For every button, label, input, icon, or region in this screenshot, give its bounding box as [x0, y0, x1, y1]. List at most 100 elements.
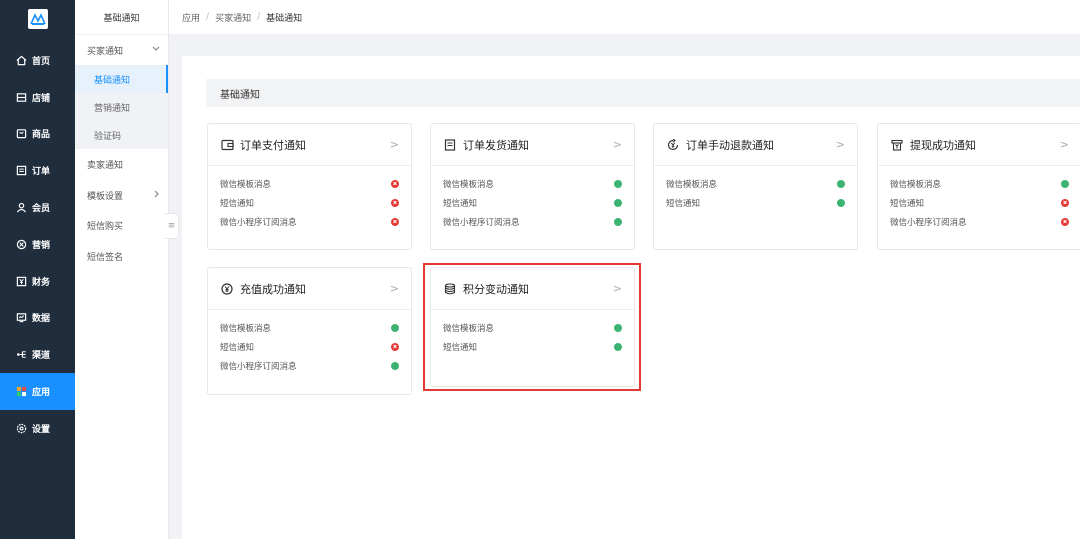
nav-item-member[interactable]: 会员	[0, 189, 75, 226]
notice-channel-label: 微信模板消息	[443, 323, 495, 334]
breadcrumb-separator: /	[257, 12, 261, 22]
nav-item-label: 设置	[32, 424, 51, 435]
sub-group-label: 模板设置	[87, 191, 124, 202]
settings-icon	[15, 422, 27, 434]
wallet-icon	[220, 138, 234, 152]
logo[interactable]	[0, 0, 75, 38]
notice-channel-label: 微信小程序订阅消息	[890, 217, 967, 228]
notice-card-title: 订单支付通知	[240, 138, 306, 152]
notice-channel-row: 短信通知	[220, 337, 399, 356]
status-enabled-icon	[614, 342, 622, 351]
notice-channel-row: 短信通知	[443, 337, 622, 356]
sub-item-marketing-notice[interactable]: 营销通知	[75, 93, 168, 121]
nav-item-label: 渠道	[32, 351, 51, 362]
nav-item-marketing[interactable]: 营销	[0, 226, 75, 263]
notice-card-body: 微信模板消息短信通知	[431, 310, 634, 366]
notice-card: 订单发货通知 > 微信模板消息 短信通知 微信小程序订阅消息	[430, 123, 635, 250]
status-enabled-icon	[837, 198, 845, 207]
notice-card-body: 微信模板消息 短信通知 微信小程序订阅消息	[208, 166, 411, 241]
notice-channel-label: 微信小程序订阅消息	[443, 217, 520, 228]
nav-item-label: 应用	[32, 388, 51, 399]
sub-group-label: 买家通知	[87, 46, 124, 57]
breadcrumb-item-apps[interactable]: 应用	[182, 11, 200, 24]
nav-item-label: 商品	[32, 130, 51, 141]
marketing-icon	[15, 238, 27, 250]
status-enabled-icon	[837, 179, 845, 188]
nav-item-home[interactable]: 首页	[0, 42, 75, 79]
nav-item-settings[interactable]: 设置	[0, 410, 75, 447]
status-enabled-icon	[614, 198, 622, 207]
breadcrumb-item-buyer-notice[interactable]: 买家通知	[215, 11, 251, 24]
menu-icon: ≡	[167, 221, 176, 231]
notice-channel-label: 微信模板消息	[220, 323, 272, 334]
chevron-right-icon[interactable]: >	[613, 138, 622, 151]
sub-item-sms-buy[interactable]: 短信购买	[75, 210, 168, 241]
finance-icon	[15, 275, 27, 287]
breadcrumb: 应用 / 买家通知 / 基础通知	[169, 0, 1080, 35]
notice-channel-row: 微信模板消息	[890, 174, 1069, 193]
status-disabled-icon	[1061, 198, 1069, 207]
notice-card-title: 订单发货通知	[463, 138, 529, 152]
nav-item-data[interactable]: 数据	[0, 300, 75, 337]
notice-channel-label: 微信模板消息	[890, 179, 942, 190]
notice-channel-label: 微信模板消息	[666, 179, 718, 190]
chevron-right-icon[interactable]: >	[390, 138, 399, 151]
collapse-sidebar-button[interactable]: ≡	[165, 213, 179, 239]
logo-icon	[27, 9, 48, 29]
refund-icon	[666, 138, 680, 152]
notice-channel-row: 微信小程序订阅消息	[220, 356, 399, 375]
section-title: 基础通知	[206, 79, 1080, 107]
breadcrumb-item-current: 基础通知	[266, 13, 303, 24]
sub-group-template-settings[interactable]: 模板设置	[75, 180, 168, 210]
chevron-right-icon[interactable]: >	[390, 282, 399, 295]
notice-channel-label: 微信模板消息	[220, 179, 272, 190]
sub-item-seller-notice[interactable]: 卖家通知	[75, 149, 168, 180]
order-icon	[15, 165, 27, 177]
nav-item-label: 首页	[32, 56, 51, 67]
notice-card-title: 订单手动退款通知	[686, 138, 774, 152]
nav-item-label: 店铺	[32, 93, 51, 104]
notice-card: 订单支付通知 > 微信模板消息 短信通知 微信小程序订阅消息	[207, 123, 412, 250]
notice-card: 积分变动通知 > 微信模板消息 短信通知	[430, 267, 635, 387]
nav-item-store[interactable]: 店铺	[0, 79, 75, 116]
nav-item-order[interactable]: 订单	[0, 152, 75, 189]
notice-card-header[interactable]: 订单发货通知 >	[431, 124, 634, 166]
notice-card-header[interactable]: 积分变动通知 >	[431, 268, 634, 310]
chevron-right-icon[interactable]: >	[613, 282, 622, 295]
notice-card-header[interactable]: 充值成功通知 >	[208, 268, 411, 310]
nav-item-channel[interactable]: 渠道	[0, 336, 75, 373]
notice-card-body: 微信模板消息短信通知微信小程序订阅消息	[208, 310, 411, 385]
yuan-circle-icon	[220, 282, 234, 296]
notice-channel-label: 微信小程序订阅消息	[220, 361, 297, 372]
notice-card-header[interactable]: 订单手动退款通知 >	[654, 124, 857, 166]
sub-group-buyer-notice[interactable]: 买家通知	[75, 35, 168, 65]
nav-item-label: 营销	[32, 240, 51, 251]
sub-item-verify-code[interactable]: 验证码	[75, 121, 168, 149]
notice-channel-label: 短信通知	[220, 198, 255, 209]
withdraw-icon	[890, 138, 904, 152]
notice-card: 订单手动退款通知 > 微信模板消息短信通知	[653, 123, 858, 250]
notice-card-header[interactable]: 订单支付通知 >	[208, 124, 411, 166]
nav-item-goods[interactable]: 商品	[0, 116, 75, 153]
sub-item-sms-sign[interactable]: 短信签名	[75, 241, 168, 272]
notice-channel-row: 短信通知	[890, 193, 1069, 212]
store-icon	[15, 91, 27, 103]
chevron-right-icon[interactable]: >	[1060, 138, 1069, 151]
status-disabled-icon	[1061, 217, 1069, 226]
notice-card: 提现成功通知 > 微信模板消息短信通知微信小程序订阅消息	[877, 123, 1080, 250]
chevron-down-icon	[152, 45, 160, 55]
notice-card-header[interactable]: 提现成功通知 >	[878, 124, 1080, 166]
notice-channel-row: 短信通知	[220, 193, 399, 212]
notice-channel-row: 微信小程序订阅消息	[443, 212, 622, 231]
nav-item-label: 订单	[32, 167, 51, 178]
notice-channel-row: 微信模板消息	[443, 318, 622, 337]
channel-icon	[15, 349, 27, 361]
nav-item-finance[interactable]: 财务	[0, 263, 75, 300]
notice-channel-row: 短信通知	[666, 193, 845, 212]
chevron-right-icon[interactable]: >	[836, 138, 845, 151]
data-icon	[15, 312, 27, 324]
nav-item-apps[interactable]: 应用	[0, 373, 75, 410]
status-enabled-icon	[614, 323, 622, 332]
chevron-right-icon	[154, 190, 160, 201]
sub-item-basic-notice[interactable]: 基础通知	[75, 65, 168, 93]
